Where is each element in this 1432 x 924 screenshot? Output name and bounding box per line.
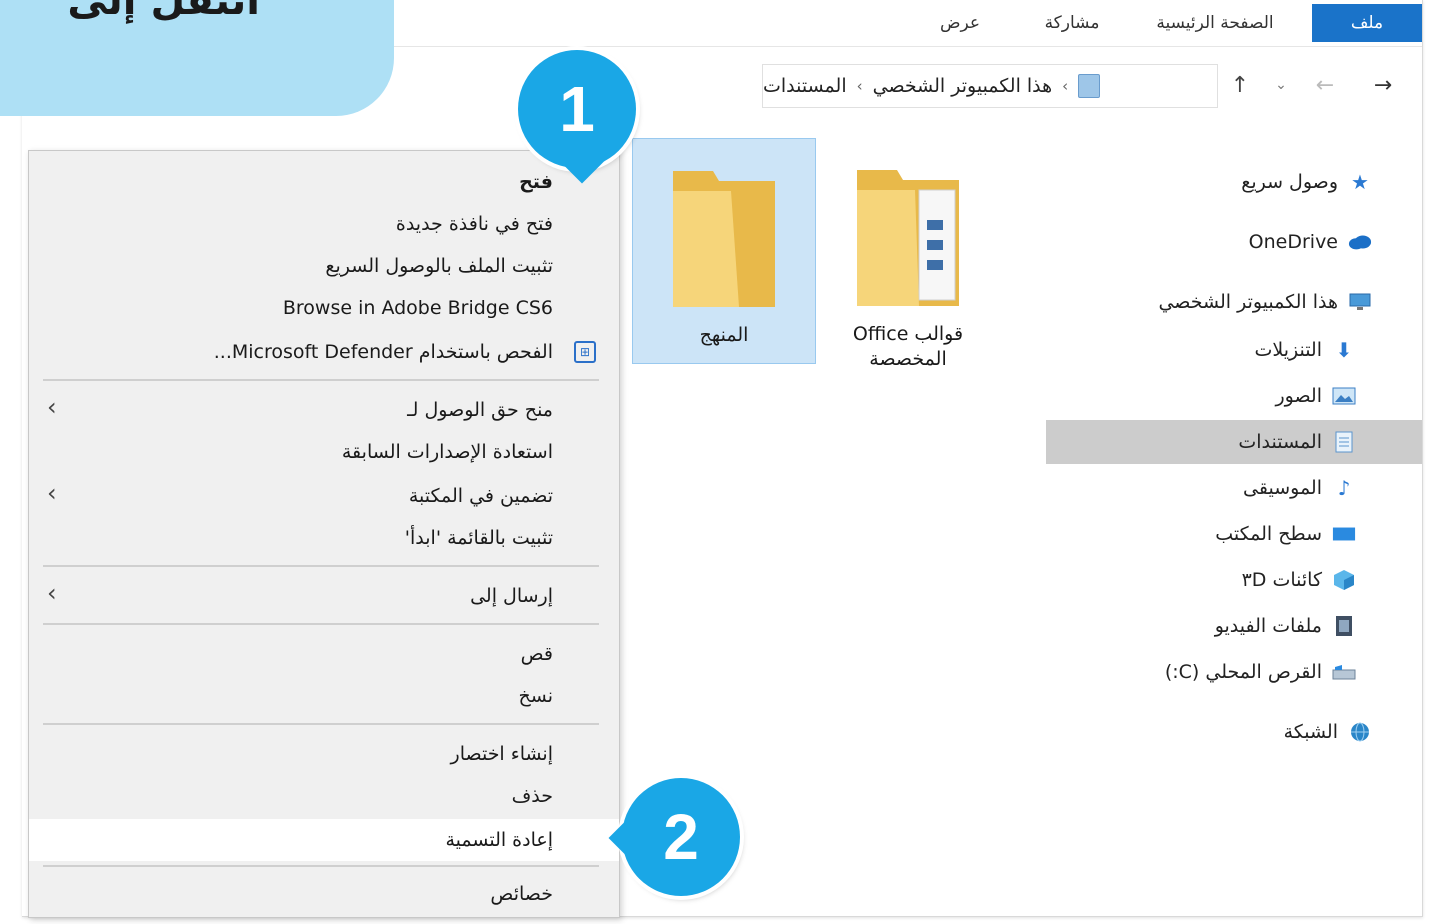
menu-item-browse-adobe-bridge[interactable]: Browse in Adobe Bridge CS6 bbox=[29, 287, 619, 329]
music-icon: ♪ bbox=[1337, 476, 1351, 500]
breadcrumb-separator: › bbox=[856, 77, 863, 95]
sidebar-item-desktop[interactable]: سطح المكتب bbox=[1046, 512, 1422, 556]
menu-item-create-shortcut[interactable]: إنشاء اختصار bbox=[29, 733, 619, 775]
menu-item-open-new-window[interactable]: فتح في نافذة جديدة bbox=[29, 203, 619, 245]
sidebar-item-label: وصول سريع bbox=[1241, 171, 1338, 193]
sidebar-item-network[interactable]: الشبكة bbox=[1046, 710, 1422, 754]
chevron-left-icon: ‹ bbox=[47, 579, 57, 607]
context-menu: فتح فتح في نافذة جديدة تثبيت الملف بالوص… bbox=[28, 150, 620, 918]
sidebar-item-label: الموسيقى bbox=[1243, 477, 1322, 499]
desktop-icon bbox=[1332, 523, 1356, 545]
sidebar-item-label: ملفات الفيديو bbox=[1214, 615, 1322, 637]
cloud-icon bbox=[1348, 231, 1372, 253]
menu-item-send-to[interactable]: إرسال إلى bbox=[29, 575, 619, 617]
folder-icon bbox=[669, 161, 779, 311]
breadcrumb-separator: › bbox=[1062, 77, 1069, 95]
step-marker-2: 2 bbox=[622, 778, 740, 896]
tab-view[interactable]: عرض bbox=[920, 4, 1000, 42]
sidebar-item-label: OneDrive bbox=[1248, 231, 1338, 253]
menu-separator bbox=[43, 379, 599, 381]
menu-item-open[interactable]: فتح bbox=[29, 161, 619, 203]
folder-office-templates[interactable]: قوالب Office المخصصة bbox=[816, 138, 1000, 370]
sidebar-item-label: المستندات bbox=[1238, 431, 1322, 453]
pictures-icon bbox=[1332, 385, 1356, 407]
menu-item-properties[interactable]: خصائص bbox=[29, 873, 619, 915]
breadcrumb-documents[interactable]: المستندات bbox=[763, 75, 847, 97]
sidebar-item-label: الصور bbox=[1275, 385, 1322, 407]
sidebar-item-documents[interactable]: المستندات bbox=[1046, 420, 1422, 464]
menu-item-cut[interactable]: قص bbox=[29, 633, 619, 675]
sidebar-item-music[interactable]: ♪ الموسيقى bbox=[1046, 466, 1422, 510]
menu-separator bbox=[43, 565, 599, 567]
menu-item-scan-defender[interactable]: الفحص باستخدام Microsoft Defender... bbox=[29, 331, 619, 373]
star-icon: ★ bbox=[1351, 170, 1369, 194]
sidebar-item-onedrive[interactable]: OneDrive bbox=[1046, 220, 1422, 264]
sidebar-item-this-pc[interactable]: هذا الكمبيوتر الشخصي bbox=[1046, 280, 1422, 324]
menu-separator bbox=[43, 865, 599, 867]
tab-home[interactable]: الصفحة الرئيسية bbox=[1140, 4, 1290, 42]
folder-documents-icon bbox=[853, 160, 963, 310]
menu-item-restore-versions[interactable]: استعادة الإصدارات السابقة bbox=[29, 431, 619, 473]
step-marker-1: 1 bbox=[518, 50, 636, 168]
documents-icon bbox=[1078, 74, 1101, 98]
chevron-left-icon: ‹ bbox=[47, 393, 57, 421]
cube-icon bbox=[1332, 569, 1356, 591]
sidebar-item-label: كائنات ٣D bbox=[1241, 569, 1322, 591]
address-bar[interactable]: › هذا الكمبيوتر الشخصي › المستندات bbox=[762, 64, 1218, 108]
callout-text: انتقل إلى bbox=[67, 0, 260, 24]
breadcrumb-this-pc[interactable]: هذا الكمبيوتر الشخصي bbox=[873, 75, 1053, 97]
menu-item-delete[interactable]: حذف bbox=[29, 775, 619, 817]
arrow-up-icon[interactable]: ↑ bbox=[1225, 70, 1255, 100]
network-icon bbox=[1348, 721, 1372, 743]
sidebar-item-label: التنزيلات bbox=[1254, 339, 1322, 361]
menu-separator bbox=[43, 723, 599, 725]
chevron-down-icon[interactable]: ⌄ bbox=[1266, 70, 1296, 100]
file-label: المنهج bbox=[699, 324, 749, 346]
navigation-pane: ★ وصول سريع OneDrive هذا الكمبيوتر الشخص… bbox=[1046, 140, 1422, 916]
computer-icon bbox=[1348, 291, 1372, 313]
step-number: 1 bbox=[559, 73, 595, 145]
menu-item-pin-start[interactable]: تثبيت بالقائمة 'ابدأ' bbox=[29, 517, 619, 559]
arrow-right-icon[interactable]: → bbox=[1368, 70, 1398, 100]
menu-item-label: الفحص باستخدام Microsoft Defender... bbox=[213, 341, 553, 363]
step-number: 2 bbox=[663, 801, 699, 873]
menu-item-pin-quick-access[interactable]: تثبيت الملف بالوصول السريع bbox=[29, 245, 619, 287]
menu-item-copy[interactable]: نسخ bbox=[29, 675, 619, 717]
sidebar-item-label: القرص المحلي (C:) bbox=[1164, 661, 1322, 683]
sidebar-item-label: هذا الكمبيوتر الشخصي bbox=[1158, 291, 1338, 313]
sidebar-item-downloads[interactable]: ⬇ التنزيلات bbox=[1046, 328, 1422, 372]
sidebar-item-videos[interactable]: ملفات الفيديو bbox=[1046, 604, 1422, 648]
sidebar-item-pictures[interactable]: الصور bbox=[1046, 374, 1422, 418]
drive-icon bbox=[1332, 661, 1356, 683]
folder-curriculum[interactable]: المنهج bbox=[632, 138, 816, 364]
video-icon bbox=[1332, 615, 1356, 637]
sidebar-item-label: سطح المكتب bbox=[1215, 523, 1322, 545]
file-label: قوالب Office المخصصة bbox=[820, 322, 996, 371]
arrow-left-icon[interactable]: ← bbox=[1310, 70, 1340, 100]
menu-item-give-access[interactable]: منح حق الوصول لـ bbox=[29, 389, 619, 431]
chevron-left-icon: ‹ bbox=[47, 479, 57, 507]
file-explorer-window: ملف الصفحة الرئيسية مشاركة عرض → ← ⌄ ↑ ›… bbox=[22, 0, 1423, 918]
defender-icon: ⊞ bbox=[574, 341, 596, 363]
sidebar-item-local-disk[interactable]: القرص المحلي (C:) bbox=[1046, 650, 1422, 694]
download-icon: ⬇ bbox=[1335, 338, 1353, 362]
instruction-callout: انتقل إلى bbox=[0, 0, 394, 116]
sidebar-item-3d-objects[interactable]: كائنات ٣D bbox=[1046, 558, 1422, 602]
sidebar-item-label: الشبكة bbox=[1283, 721, 1338, 743]
menu-item-include-library[interactable]: تضمين في المكتبة bbox=[29, 475, 619, 517]
menu-separator bbox=[43, 623, 599, 625]
tab-share[interactable]: مشاركة bbox=[1022, 4, 1122, 42]
menu-item-rename[interactable]: إعادة التسمية bbox=[29, 819, 619, 861]
file-label-text: قوالب Office المخصصة bbox=[852, 323, 964, 370]
documents-icon bbox=[1332, 431, 1356, 453]
tab-file[interactable]: ملف bbox=[1312, 4, 1422, 42]
sidebar-item-quick-access[interactable]: ★ وصول سريع bbox=[1046, 160, 1422, 204]
